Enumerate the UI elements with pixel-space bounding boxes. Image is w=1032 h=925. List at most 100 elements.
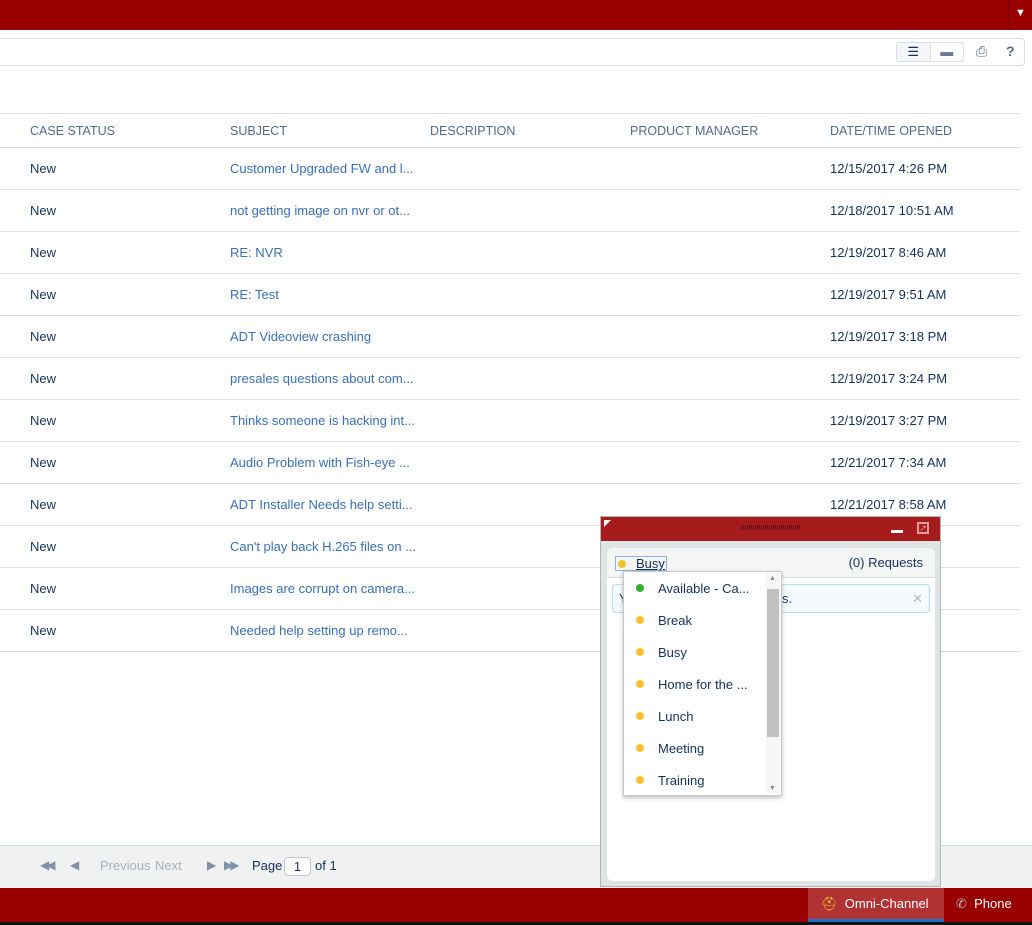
subject-link[interactable]: presales questions about com... xyxy=(230,357,430,400)
scrollbar[interactable]: ▲ ▼ xyxy=(766,573,780,794)
status-option[interactable]: Available - Ca... xyxy=(624,572,781,604)
row-spacer xyxy=(0,231,30,274)
status-dropdown-menu: Available - Ca... Break Busy Home for the .… xyxy=(623,571,782,796)
first-page-icon[interactable]: ◀◀ xyxy=(40,858,56,872)
next-page-icon[interactable]: ▶ xyxy=(207,858,216,872)
chat-icon[interactable]: ▬ xyxy=(931,43,964,61)
case-status: New xyxy=(30,315,230,358)
row-spacer xyxy=(0,441,30,484)
row-spacer xyxy=(0,357,30,400)
top-bar: ▼ xyxy=(0,0,1032,30)
phone-tab[interactable]: ✆ Phone xyxy=(956,888,1012,922)
popout-button[interactable]: ↗ xyxy=(917,522,929,534)
col-case-status[interactable]: CASE STATUS xyxy=(30,113,230,148)
row-spacer xyxy=(0,399,30,442)
drag-handle[interactable] xyxy=(741,525,801,530)
subject-link[interactable]: ADT Videoview crashing xyxy=(230,315,430,358)
case-status: New xyxy=(30,189,230,232)
status-dot-icon xyxy=(636,616,644,624)
help-icon[interactable]: ? xyxy=(1006,43,1015,59)
scrollbar-thumb[interactable] xyxy=(767,589,779,737)
row-spacer xyxy=(0,609,30,652)
status-option-label: Meeting xyxy=(658,740,705,756)
case-status: New xyxy=(30,357,230,400)
phone-label: Phone xyxy=(974,896,1012,911)
subject-link[interactable]: Thinks someone is hacking int... xyxy=(230,399,430,442)
table-row: New RE: NVR 12/19/2017 8:46 AM xyxy=(0,231,1019,274)
date-opened: 12/19/2017 9:51 AM xyxy=(830,273,1019,316)
subject-link[interactable]: Images are corrupt on camera... xyxy=(230,567,430,610)
description xyxy=(430,189,630,232)
case-status: New xyxy=(30,273,230,316)
table-row: New Thinks someone is hacking int... 12/… xyxy=(0,399,1019,442)
omni-channel-tab[interactable]: ⛑ Omni-Channel xyxy=(808,888,944,922)
status-option[interactable]: Lunch xyxy=(624,700,781,732)
status-dot-icon xyxy=(636,712,644,720)
dropdown-arrow-icon[interactable]: ▼ xyxy=(1008,0,1032,30)
next-link[interactable]: Next xyxy=(155,858,182,873)
print-icon[interactable]: ⎙ xyxy=(976,43,987,60)
product-manager xyxy=(630,399,830,442)
status-option[interactable]: Training xyxy=(624,764,781,796)
row-spacer xyxy=(0,483,30,526)
case-status: New xyxy=(30,525,230,568)
close-icon[interactable]: ✕ xyxy=(912,585,923,612)
status-option-label: Lunch xyxy=(658,708,694,724)
subject-link[interactable]: Needed help setting up remo... xyxy=(230,609,430,652)
scroll-up-icon[interactable]: ▲ xyxy=(769,575,776,582)
row-spacer xyxy=(0,273,30,316)
list-view-icon[interactable]: ☰ xyxy=(897,43,931,61)
case-status: New xyxy=(30,441,230,484)
date-opened: 12/19/2017 8:46 AM xyxy=(830,231,1019,274)
view-toggle: ☰ ▬ xyxy=(896,42,964,62)
last-page-icon[interactable]: ▶▶ xyxy=(224,858,240,872)
status-option[interactable]: Busy xyxy=(624,636,781,668)
col-date-opened[interactable]: DATE/TIME OPENED xyxy=(830,113,1019,148)
panel-header[interactable]: ↗ xyxy=(601,517,940,541)
subject-link[interactable]: Can't play back H.265 files on ... xyxy=(230,525,430,568)
col-product-manager[interactable]: PRODUCT MANAGER xyxy=(630,113,830,148)
status-option-label: Available - Ca... xyxy=(658,580,750,596)
utility-bar: ⛑ Omni-Channel ✆ Phone xyxy=(0,888,1032,925)
subject-link[interactable]: ADT Installer Needs help setti... xyxy=(230,483,430,526)
scroll-down-icon[interactable]: ▼ xyxy=(769,785,776,792)
busy-status-icon xyxy=(618,559,626,568)
col-description[interactable]: DESCRIPTION xyxy=(430,113,630,148)
status-dot-icon xyxy=(636,744,644,752)
minimize-button[interactable] xyxy=(891,530,903,533)
col-subject[interactable]: SUBJECT xyxy=(230,113,430,148)
product-manager xyxy=(630,273,830,316)
status-dot-icon xyxy=(636,680,644,688)
phone-icon: ✆ xyxy=(956,896,967,911)
product-manager xyxy=(630,147,830,190)
product-manager xyxy=(630,441,830,484)
status-dot-icon xyxy=(636,584,644,592)
page-number-input[interactable]: 1 xyxy=(284,857,311,876)
date-opened: 12/19/2017 3:27 PM xyxy=(830,399,1019,442)
case-status: New xyxy=(30,147,230,190)
subject-link[interactable]: Customer Upgraded FW and l... xyxy=(230,147,430,190)
product-manager xyxy=(630,357,830,400)
case-status: New xyxy=(30,567,230,610)
status-option-label: Break xyxy=(658,612,692,628)
date-opened: 12/21/2017 7:34 AM xyxy=(830,441,1019,484)
row-spacer xyxy=(0,525,30,568)
case-status: New xyxy=(30,399,230,442)
status-option[interactable]: Home for the ... xyxy=(624,668,781,700)
status-option[interactable]: Meeting xyxy=(624,732,781,764)
case-status: New xyxy=(30,609,230,652)
product-manager xyxy=(630,189,830,232)
subject-link[interactable]: RE: NVR xyxy=(230,231,430,274)
status-link[interactable]: Busy xyxy=(636,556,665,571)
previous-link[interactable]: Previous xyxy=(100,858,151,873)
subject-link[interactable]: Audio Problem with Fish-eye ... xyxy=(230,441,430,484)
case-status: New xyxy=(30,483,230,526)
omni-channel-label: Omni-Channel xyxy=(844,896,929,911)
prev-page-icon[interactable]: ◀ xyxy=(70,858,79,872)
subject-link[interactable]: not getting image on nvr or ot... xyxy=(230,189,430,232)
status-selector[interactable]: Busy xyxy=(615,556,667,571)
subject-link[interactable]: RE: Test xyxy=(230,273,430,316)
date-opened: 12/19/2017 3:18 PM xyxy=(830,315,1019,358)
table-row: New Customer Upgraded FW and l... 12/15/… xyxy=(0,147,1019,190)
status-option[interactable]: Break xyxy=(624,604,781,636)
